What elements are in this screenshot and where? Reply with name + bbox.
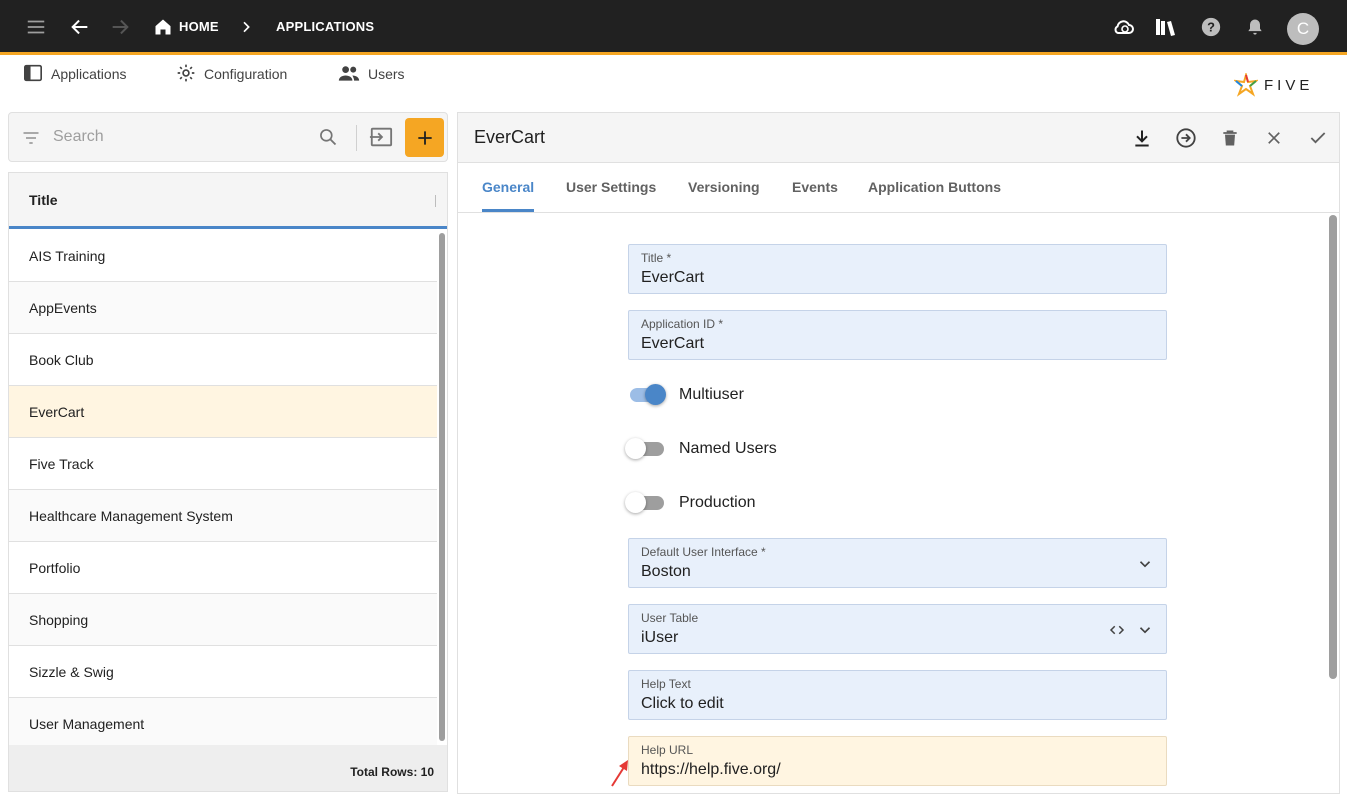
forward-arrow-icon[interactable] bbox=[107, 14, 133, 40]
search-icon[interactable] bbox=[318, 127, 338, 152]
list-item[interactable]: AppEvents bbox=[9, 282, 437, 334]
list-item[interactable]: AIS Training bbox=[9, 230, 437, 282]
multiuser-label: Multiuser bbox=[679, 386, 744, 403]
toggle-knob bbox=[625, 492, 646, 513]
applications-list: Title AIS Training AppEvents Book Club E… bbox=[8, 172, 448, 792]
active-tab-indicator bbox=[482, 209, 534, 212]
annotation-arrow-icon bbox=[611, 760, 628, 787]
nav-tab-applications[interactable]: Applications bbox=[23, 62, 127, 86]
five-logo-mark bbox=[1234, 73, 1258, 97]
list-item[interactable]: Portfolio bbox=[9, 542, 437, 594]
user-table-select[interactable]: User Table iUser bbox=[628, 604, 1167, 654]
list-item[interactable]: User Management bbox=[9, 698, 437, 750]
column-title[interactable]: Title bbox=[29, 192, 58, 208]
tab-versioning[interactable]: Versioning bbox=[688, 179, 760, 195]
multiuser-toggle[interactable] bbox=[628, 383, 668, 407]
avatar[interactable]: C bbox=[1287, 13, 1319, 45]
form-header: EverCart bbox=[458, 113, 1339, 163]
help-text-field[interactable]: Help Text Click to edit bbox=[628, 670, 1167, 720]
code-icon[interactable] bbox=[1108, 621, 1126, 639]
svg-text:?: ? bbox=[1207, 20, 1215, 35]
five-logo: FIVE bbox=[1234, 72, 1326, 98]
logo-text: FIVE bbox=[1264, 76, 1314, 94]
plus-icon bbox=[417, 130, 432, 145]
production-label: Production bbox=[679, 494, 756, 511]
list-item[interactable]: Shopping bbox=[9, 594, 437, 646]
nav-tab-users[interactable]: Users bbox=[338, 62, 405, 86]
download-icon[interactable] bbox=[1129, 125, 1155, 151]
field-value: Boston bbox=[641, 563, 691, 580]
field-label: Default User Interface * bbox=[641, 545, 766, 559]
named-users-label: Named Users bbox=[679, 440, 777, 457]
list-item[interactable]: Book Club bbox=[9, 334, 437, 386]
named-users-toggle[interactable] bbox=[625, 437, 668, 461]
add-button[interactable] bbox=[405, 118, 444, 157]
nav-tab-configuration[interactable]: Configuration bbox=[176, 62, 287, 86]
divider bbox=[356, 125, 357, 151]
breadcrumb-home[interactable]: HOME bbox=[179, 19, 219, 34]
production-toggle[interactable] bbox=[625, 491, 668, 515]
run-icon[interactable] bbox=[1173, 125, 1199, 151]
field-value: iUser bbox=[641, 629, 679, 646]
nav-tab-label: Applications bbox=[51, 66, 127, 82]
back-arrow-icon[interactable] bbox=[67, 14, 93, 40]
tab-general[interactable]: General bbox=[482, 179, 534, 195]
field-label: Help Text bbox=[641, 677, 691, 691]
search-bar: Search bbox=[8, 112, 448, 162]
toggle-knob bbox=[625, 438, 646, 459]
import-icon[interactable] bbox=[369, 126, 393, 153]
chevron-down-icon[interactable] bbox=[1136, 555, 1154, 573]
list-item[interactable]: Five Track bbox=[9, 438, 437, 490]
tab-events[interactable]: Events bbox=[792, 179, 838, 195]
list-header: Title bbox=[9, 173, 447, 229]
search-input[interactable]: Search bbox=[53, 128, 104, 146]
total-rows: Total Rows: 10 bbox=[350, 765, 434, 779]
title-field[interactable]: Title * EverCart bbox=[628, 244, 1167, 294]
home-icon[interactable] bbox=[150, 14, 176, 40]
menu-icon[interactable] bbox=[23, 14, 49, 40]
form-title: EverCart bbox=[474, 127, 546, 147]
nav-tab-label: Users bbox=[368, 66, 405, 82]
close-icon[interactable] bbox=[1261, 125, 1287, 151]
filter-icon[interactable] bbox=[21, 128, 41, 153]
delete-icon[interactable] bbox=[1217, 125, 1243, 151]
top-bar: HOME APPLICATIONS ? C bbox=[0, 0, 1347, 55]
library-icon[interactable] bbox=[1153, 14, 1179, 40]
form-panel: EverCart General User Settings Versionin… bbox=[457, 112, 1340, 794]
save-check-icon[interactable] bbox=[1305, 125, 1331, 151]
field-value: https://help.five.org/ bbox=[641, 761, 781, 778]
default-user-interface-select[interactable]: Default User Interface * Boston bbox=[628, 538, 1167, 588]
list-scrollbar[interactable] bbox=[439, 233, 445, 741]
nav-tab-label: Configuration bbox=[204, 66, 288, 82]
chevron-right-icon bbox=[233, 14, 259, 40]
breadcrumb-applications: APPLICATIONS bbox=[276, 19, 375, 34]
field-value: EverCart bbox=[641, 269, 705, 286]
window-icon bbox=[23, 64, 43, 85]
form-scrollbar[interactable] bbox=[1329, 215, 1337, 679]
bell-icon[interactable] bbox=[1242, 14, 1268, 40]
users-icon bbox=[338, 64, 360, 85]
cloud-sync-icon[interactable] bbox=[1111, 14, 1137, 40]
list-item[interactable]: Sizzle & Swig bbox=[9, 646, 437, 698]
list-item-selected[interactable]: EverCart bbox=[9, 386, 437, 438]
tab-application-buttons[interactable]: Application Buttons bbox=[868, 179, 1001, 195]
field-label: Title * bbox=[641, 251, 672, 265]
help-icon[interactable]: ? bbox=[1198, 14, 1224, 40]
column-resize-handle[interactable] bbox=[435, 195, 436, 207]
list-footer: Total Rows: 10 bbox=[9, 745, 447, 791]
field-value: EverCart bbox=[641, 335, 705, 352]
help-url-field[interactable]: Help URL https://help.five.org/ bbox=[628, 736, 1167, 786]
gear-icon bbox=[176, 63, 196, 86]
application-id-field[interactable]: Application ID * EverCart bbox=[628, 310, 1167, 360]
field-value: Click to edit bbox=[641, 695, 724, 712]
chevron-down-icon[interactable] bbox=[1136, 621, 1154, 639]
form-tabs: General User Settings Versioning Events … bbox=[458, 163, 1339, 213]
field-label: User Table bbox=[641, 611, 699, 625]
list-item[interactable]: Healthcare Management System bbox=[9, 490, 437, 542]
field-label: Help URL bbox=[641, 743, 694, 757]
field-label: Application ID * bbox=[641, 317, 724, 331]
tab-user-settings[interactable]: User Settings bbox=[566, 179, 656, 195]
toggle-knob bbox=[645, 384, 666, 405]
